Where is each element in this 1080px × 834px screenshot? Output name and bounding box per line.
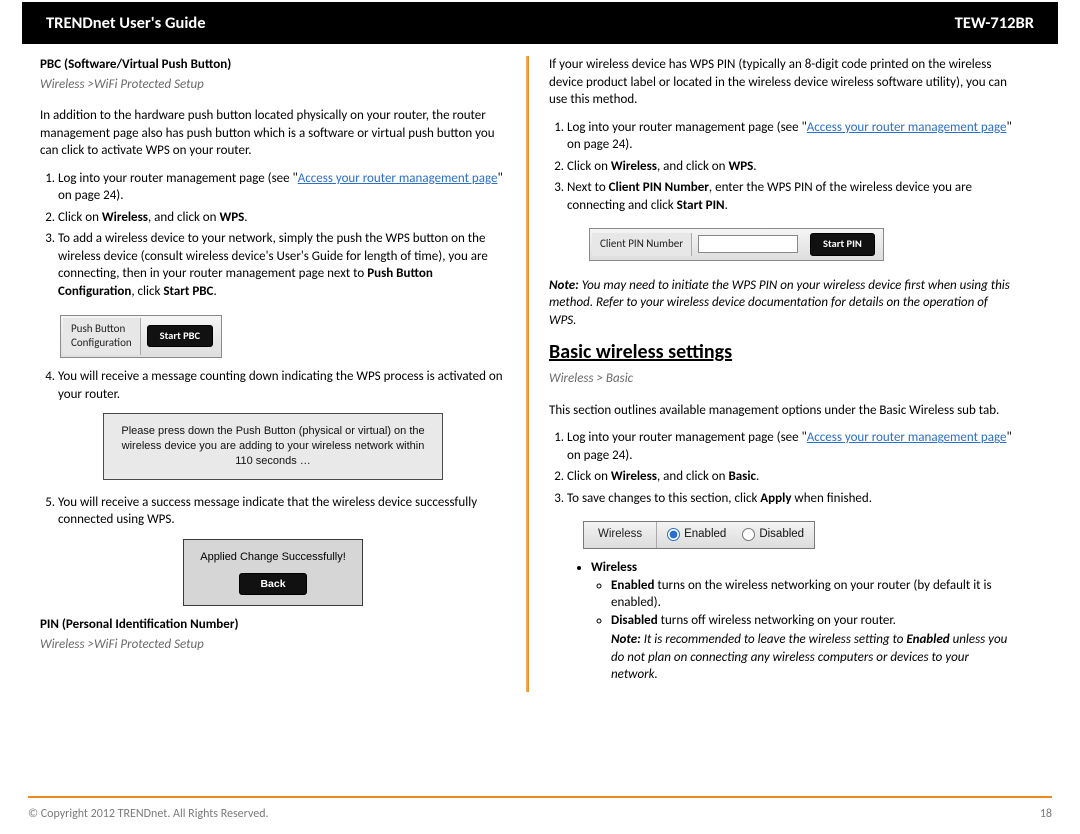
client-pin-panel: Client PIN Number Start PIN	[589, 228, 884, 260]
pin-title: PIN (Personal Identification Number)	[40, 616, 506, 634]
content-columns: PBC (Software/Virtual Push Button) Wirel…	[0, 44, 1080, 692]
basic-breadcrumb: Wireless > Basic	[549, 370, 1015, 388]
pbc-steps-cont2: You will receive a success message indic…	[40, 494, 506, 529]
wps-countdown-message: Please press down the Push Button (physi…	[103, 413, 443, 480]
start-pin-button[interactable]: Start PIN	[810, 233, 875, 255]
pbc-breadcrumb: Wireless >WiFi Protected Setup	[40, 76, 506, 94]
wireless-bullets: Wireless Enabled turns on the wireless n…	[549, 559, 1015, 684]
pbc-title: PBC (Software/Virtual Push Button)	[40, 56, 506, 74]
basic-wireless-heading: Basic wireless settings	[549, 339, 1015, 366]
right-column: If your wireless device has WPS PIN (typ…	[537, 56, 1027, 692]
page-number: 18	[1040, 806, 1052, 822]
wireless-disabled-radio[interactable]: Disabled	[742, 527, 804, 543]
basic-step-2: Click on Wireless, and click on Basic.	[567, 468, 1015, 486]
pin-step-1: Log into your router management page (se…	[567, 119, 1015, 154]
enabled-bullet: Enabled turns on the wireless networking…	[611, 577, 1015, 612]
wireless-bullet: Wireless Enabled turns on the wireless n…	[591, 559, 1015, 684]
push-button-label: Push Button Configuration	[63, 318, 141, 356]
model-number: TEW-712BR	[955, 12, 1034, 34]
left-column: PBC (Software/Virtual Push Button) Wirel…	[28, 56, 518, 692]
pin-breadcrumb: Wireless >WiFi Protected Setup	[40, 636, 506, 654]
client-pin-input[interactable]	[698, 235, 798, 253]
access-router-link-3[interactable]: Access your router management page	[807, 430, 1007, 445]
pbc-step-5: You will receive a success message indic…	[58, 494, 506, 529]
pbc-step-1: Log into your router management page (se…	[58, 170, 506, 205]
basic-intro: This section outlines available manageme…	[549, 402, 1015, 420]
pbc-step-4: You will receive a message counting down…	[58, 368, 506, 403]
pbc-intro: In addition to the hardware push button …	[40, 107, 506, 160]
guide-title: TRENDnet User's Guide	[46, 12, 206, 34]
basic-step-1: Log into your router management page (se…	[567, 429, 1015, 464]
pbc-steps-cont: You will receive a message counting down…	[40, 368, 506, 403]
basic-step-3: To save changes to this section, click A…	[567, 490, 1015, 508]
column-divider	[526, 56, 529, 692]
wireless-toggle-label: Wireless	[584, 522, 657, 548]
pin-steps: Log into your router management page (se…	[549, 119, 1015, 215]
copyright: © Copyright 2012 TRENDnet. All Rights Re…	[28, 806, 269, 822]
page-header: TRENDnet User's Guide TEW-712BR	[22, 0, 1058, 44]
pin-note: Note: You may need to initiate the WPS P…	[549, 277, 1015, 330]
disabled-radio-input[interactable]	[742, 528, 755, 541]
pbc-step-3: To add a wireless device to your network…	[58, 230, 506, 300]
basic-steps: Log into your router management page (se…	[549, 429, 1015, 507]
pin-step-3: Next to Client PIN Number, enter the WPS…	[567, 179, 1015, 214]
back-button[interactable]: Back	[239, 573, 306, 595]
pin-step-2: Click on Wireless, and click on WPS.	[567, 158, 1015, 176]
pbc-steps: Log into your router management page (se…	[40, 170, 506, 301]
enabled-radio-input[interactable]	[667, 528, 680, 541]
success-panel: Applied Change Successfully! Back	[183, 539, 363, 606]
pbc-step-2: Click on Wireless, and click on WPS.	[58, 209, 506, 227]
page-footer: © Copyright 2012 TRENDnet. All Rights Re…	[28, 796, 1052, 822]
success-message: Applied Change Successfully!	[190, 550, 356, 565]
client-pin-label: Client PIN Number	[592, 233, 692, 256]
wireless-enabled-radio[interactable]: Enabled	[667, 527, 726, 543]
disabled-bullet: Disabled turns off wireless networking o…	[611, 612, 1015, 684]
pin-intro: If your wireless device has WPS PIN (typ…	[549, 56, 1015, 109]
start-pbc-button[interactable]: Start PBC	[147, 325, 213, 347]
push-button-config-panel: Push Button Configuration Start PBC	[60, 315, 222, 359]
wireless-toggle-panel: Wireless Enabled Disabled	[583, 521, 815, 549]
access-router-link-2[interactable]: Access your router management page	[807, 120, 1007, 135]
wireless-note: Note: It is recommended to leave the wir…	[611, 631, 1015, 684]
access-router-link[interactable]: Access your router management page	[298, 171, 498, 186]
